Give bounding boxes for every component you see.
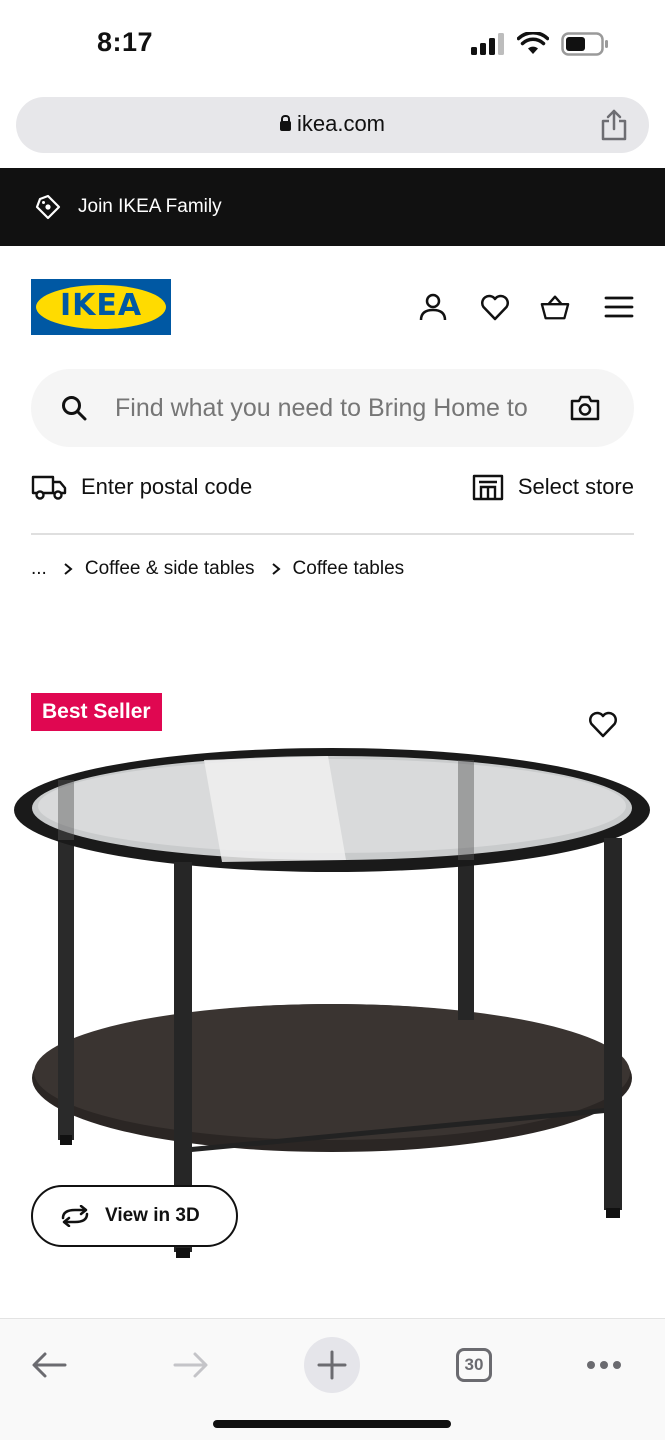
- breadcrumb-ellipsis[interactable]: ...: [31, 558, 47, 580]
- select-store-label: Select store: [517, 474, 634, 499]
- forward-button[interactable]: [163, 1337, 219, 1393]
- signal-icon: [471, 33, 504, 55]
- basket-icon[interactable]: [540, 292, 570, 322]
- camera-icon[interactable]: [570, 394, 600, 422]
- tab-count: 30: [456, 1348, 492, 1382]
- tabs-button[interactable]: 30: [446, 1337, 502, 1393]
- home-indicator[interactable]: [213, 1420, 451, 1428]
- search-bar[interactable]: [31, 369, 634, 447]
- postal-code-label: Enter postal code: [81, 474, 253, 499]
- breadcrumb-item[interactable]: Coffee & side tables: [85, 558, 255, 580]
- status-icons: [471, 32, 609, 56]
- rotate-3d-icon: [61, 1205, 89, 1227]
- user-icon[interactable]: [418, 292, 448, 322]
- chevron-right-icon: [271, 563, 281, 575]
- status-time: 8:17: [97, 27, 154, 57]
- chevron-right-icon: [64, 563, 73, 575]
- more-button[interactable]: [576, 1337, 632, 1393]
- arrow-left-icon: [32, 1352, 67, 1378]
- search-input[interactable]: [115, 391, 555, 425]
- status-bar: 8:17: [0, 0, 665, 92]
- share-icon[interactable]: [599, 109, 629, 141]
- breadcrumb: ... Coffee & side tables Coffee tables: [31, 558, 404, 580]
- favorite-heart-icon[interactable]: [588, 710, 618, 738]
- lock-icon: [279, 115, 291, 131]
- family-banner[interactable]: Join IKEA Family: [0, 168, 665, 246]
- heart-icon[interactable]: [480, 292, 510, 322]
- address-bar[interactable]: ikea.com: [16, 97, 649, 153]
- wifi-icon: [517, 32, 549, 54]
- breadcrumb-item[interactable]: Coffee tables: [293, 558, 405, 580]
- ikea-logo[interactable]: IKEA: [31, 279, 171, 335]
- search-icon: [62, 396, 87, 421]
- select-store-link[interactable]: Select store: [472, 473, 634, 501]
- arrow-right-icon: [173, 1352, 208, 1378]
- store-icon: [472, 474, 504, 501]
- postal-code-link[interactable]: Enter postal code: [31, 473, 252, 501]
- menu-icon[interactable]: [604, 292, 634, 322]
- best-seller-badge: Best Seller: [31, 693, 162, 731]
- truck-icon: [31, 475, 67, 500]
- location-row: Enter postal code Select store: [31, 473, 634, 509]
- plus-icon: [317, 1350, 347, 1380]
- tag-icon: [35, 194, 61, 220]
- new-tab-button[interactable]: [304, 1337, 360, 1393]
- view-in-3d-label: View in 3D: [105, 1205, 200, 1226]
- more-dots-icon: [587, 1361, 621, 1369]
- battery-icon: [561, 32, 608, 56]
- url-text: ikea.com: [296, 111, 386, 136]
- view-in-3d-button[interactable]: View in 3D: [31, 1185, 238, 1247]
- back-button[interactable]: [21, 1337, 77, 1393]
- divider: [31, 533, 634, 535]
- logo-text: IKEA: [59, 288, 143, 323]
- family-banner-label: Join IKEA Family: [78, 196, 222, 217]
- url-display[interactable]: ikea.com: [16, 111, 649, 137]
